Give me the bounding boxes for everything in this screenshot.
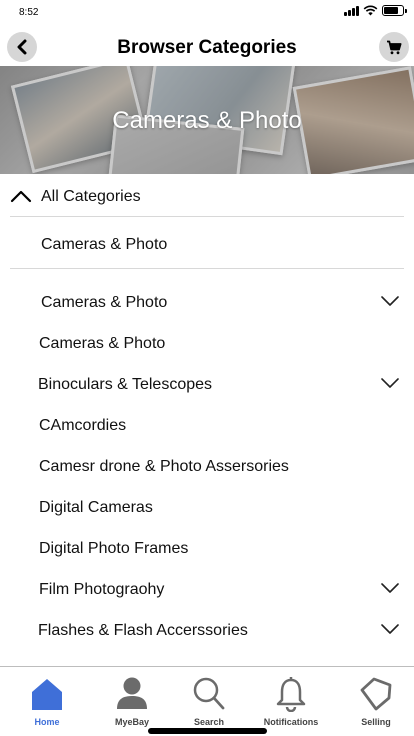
category-label: CAmcordies — [39, 417, 127, 434]
category-item[interactable]: Film Photograohy — [0, 575, 414, 605]
category-label: Cameras & Photo — [39, 335, 166, 352]
category-item[interactable]: Cameras & Photo — [0, 329, 414, 359]
tab-myebay[interactable]: MyeBay — [92, 675, 172, 727]
category-label: Film Photograohy — [39, 581, 165, 598]
search-icon — [193, 677, 225, 710]
category-item[interactable]: Digital Cameras — [0, 493, 414, 523]
category-item[interactable]: Camesr drone & Photo Assersories — [0, 452, 414, 482]
category-item[interactable]: Digital Photo Frames — [0, 534, 414, 564]
tag-icon — [360, 677, 392, 711]
banner-title: Cameras & Photo — [112, 107, 302, 134]
chevron-down-icon[interactable] — [380, 376, 400, 390]
tab-label: MyeBay — [114, 717, 150, 727]
tab-label: Notifications — [263, 717, 319, 727]
parent-category-link[interactable]: Cameras & Photo — [41, 236, 167, 254]
home-indicator — [148, 728, 267, 734]
home-icon — [32, 679, 62, 710]
status-bar: 8:52 — [0, 0, 414, 26]
category-item[interactable]: Cameras & Photo — [0, 288, 414, 318]
divider — [10, 216, 404, 217]
tab-home[interactable]: Home — [7, 675, 87, 727]
page-title: Browser Categories — [117, 37, 297, 58]
tab-notifications[interactable]: Notifications — [251, 675, 331, 727]
category-label: Digital Photo Frames — [39, 540, 189, 557]
category-item[interactable]: CAmcordies — [0, 411, 414, 441]
chevron-down-icon[interactable] — [380, 581, 400, 595]
category-label: Digital Cameras — [39, 499, 153, 516]
chevron-up-icon — [10, 190, 32, 203]
cellular-signal-icon — [344, 5, 359, 16]
status-icons — [344, 5, 407, 16]
category-item[interactable]: Binoculars & Telescopes — [0, 370, 414, 400]
category-banner: Cameras & Photo — [0, 66, 414, 174]
tab-label: Search — [193, 717, 225, 727]
tab-label: Home — [34, 717, 60, 727]
category-label: Camesr drone & Photo Assersories — [39, 458, 289, 475]
category-item[interactable]: Flashes & Flash Accerssories — [0, 616, 414, 646]
cart-button[interactable] — [379, 32, 409, 62]
tab-search[interactable]: Search — [169, 675, 249, 727]
header: Browser Categories — [0, 28, 414, 66]
battery-icon — [382, 5, 407, 16]
all-categories-row[interactable]: All Categories — [0, 178, 414, 216]
category-label: Cameras & Photo — [41, 294, 168, 311]
all-categories-label: All Categories — [41, 188, 141, 205]
chevron-down-icon[interactable] — [380, 294, 400, 308]
tab-selling[interactable]: Selling — [336, 675, 414, 727]
battery-level-fill — [384, 7, 398, 14]
tab-label: Selling — [361, 717, 391, 727]
category-label: Flashes & Flash Accerssories — [38, 622, 248, 639]
shopping-cart-icon — [387, 40, 402, 54]
category-label: Binoculars & Telescopes — [38, 376, 213, 393]
bottom-tab-bar: Home MyeBay Search Notifications Selling — [0, 666, 414, 736]
wifi-icon — [363, 5, 378, 16]
chevron-down-icon[interactable] — [380, 622, 400, 636]
status-time: 8:52 — [19, 7, 39, 18]
bell-icon — [276, 677, 306, 712]
divider — [10, 268, 404, 269]
user-icon — [117, 677, 147, 709]
